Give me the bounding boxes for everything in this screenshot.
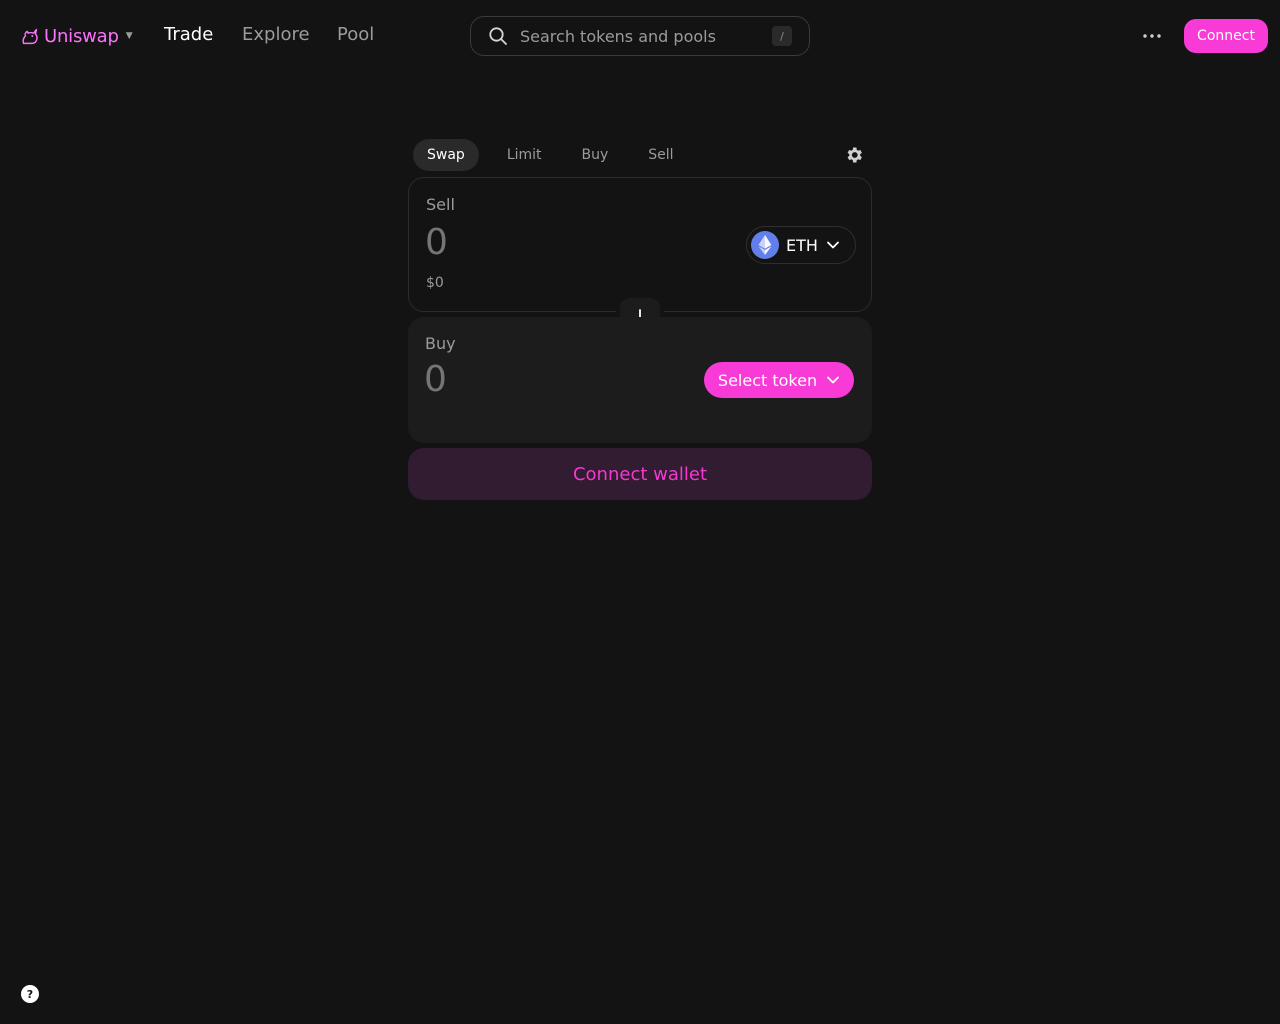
buy-panel: Buy Select token [408, 317, 872, 443]
more-horizontal-icon [1143, 34, 1161, 38]
brand-menu[interactable]: Uniswap ▼ [19, 23, 133, 49]
sell-usd-value: $0 [426, 275, 444, 291]
buy-label: Buy [425, 334, 456, 353]
search-bar[interactable]: / [470, 16, 810, 56]
sell-token-symbol: ETH [786, 235, 818, 255]
connect-wallet-button[interactable]: Connect wallet [408, 448, 872, 500]
nav-trade[interactable]: Trade [164, 24, 213, 45]
more-button[interactable] [1136, 20, 1168, 52]
settings-button[interactable] [842, 143, 866, 167]
select-token-label: Select token [717, 370, 818, 390]
tab-limit[interactable]: Limit [493, 139, 556, 171]
nav-pool[interactable]: Pool [337, 24, 374, 45]
tab-buy[interactable]: Buy [568, 139, 623, 171]
nav-explore[interactable]: Explore [242, 24, 310, 45]
tab-swap[interactable]: Swap [413, 139, 479, 171]
caret-down-icon: ▼ [125, 31, 133, 41]
uniswap-unicorn-icon [22, 28, 38, 45]
select-token-button[interactable]: Select token [704, 362, 854, 398]
eth-icon [751, 231, 779, 259]
tab-sell[interactable]: Sell [634, 139, 687, 171]
swap-page: Uniswap ▼ Trade Explore Pool / Connect S… [0, 0, 1280, 1024]
sell-label: Sell [426, 195, 455, 214]
search-icon [489, 27, 507, 45]
chevron-down-icon [827, 241, 839, 249]
buy-amount-input[interactable] [424, 359, 684, 400]
sell-amount-input[interactable] [425, 222, 685, 263]
chevron-down-icon [827, 376, 839, 384]
sell-panel: Sell $0 ETH [408, 177, 872, 312]
sell-token-selector[interactable]: ETH [746, 226, 856, 264]
top-nav: Uniswap ▼ Trade Explore Pool / Connect [0, 0, 1280, 72]
help-button[interactable]: ? [21, 985, 39, 1003]
connect-button[interactable]: Connect [1184, 19, 1268, 53]
search-shortcut-hint: / [772, 26, 792, 46]
swap-tabs: Swap Limit Buy Sell [413, 139, 688, 171]
search-input[interactable] [520, 26, 772, 46]
brand-name: Uniswap [44, 25, 119, 47]
gear-icon [847, 147, 862, 163]
